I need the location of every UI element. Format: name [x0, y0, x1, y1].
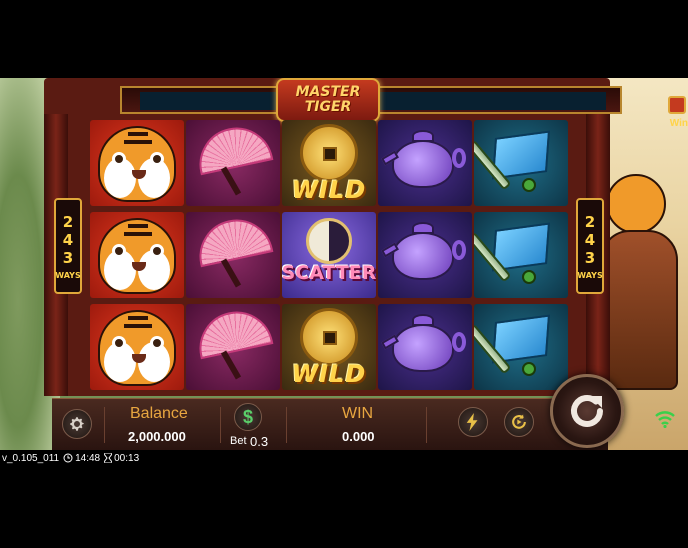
symbol-teapot	[378, 212, 472, 298]
symbol-tiger	[90, 120, 184, 206]
symbol-wild: WILD	[282, 304, 376, 390]
balance-value: 2,000.000	[128, 429, 186, 444]
symbol-tiger	[90, 304, 184, 390]
logo-line-1: MASTER	[295, 84, 361, 100]
fan-icon	[192, 120, 274, 176]
mascot-body	[600, 230, 678, 390]
settings-button[interactable]	[62, 409, 92, 439]
ways-indicator-left: 2 4 3 WAYS	[54, 198, 82, 294]
timer: 00:13	[104, 453, 139, 464]
divider	[104, 407, 105, 443]
clock: 14:48	[63, 453, 100, 464]
symbol-tiger	[90, 212, 184, 298]
win-badge-icon	[668, 96, 686, 114]
symbol-scroll	[474, 212, 568, 298]
bet-button[interactable]: $	[234, 403, 262, 431]
ways-digit: 4	[584, 230, 596, 249]
hourglass-icon	[104, 453, 113, 463]
balance-label: Balance	[130, 405, 188, 422]
symbol-scroll	[474, 120, 568, 206]
turbo-button[interactable]	[458, 407, 488, 437]
win-label: WIN	[342, 405, 374, 422]
ways-digit: 2	[584, 212, 596, 231]
reel-5	[474, 120, 568, 390]
fan-icon	[192, 212, 274, 268]
tiger-icon	[98, 126, 176, 202]
symbol-fan	[186, 120, 280, 206]
signal-indicator	[654, 410, 676, 433]
symbol-teapot	[378, 120, 472, 206]
autoplay-button[interactable]	[504, 407, 534, 437]
fan-icon	[192, 304, 274, 360]
dollar-icon: $	[242, 406, 253, 427]
fan-handle	[220, 350, 242, 380]
ways-label: WAYS	[55, 270, 81, 280]
lightning-icon	[466, 413, 478, 431]
status-footer: v_0.105_011 14:48 00:13	[0, 450, 688, 466]
tiger-icon	[98, 218, 176, 294]
ways-digit: 3	[62, 248, 74, 267]
divider	[426, 407, 427, 443]
wild-text: WILD	[291, 176, 367, 204]
mascot-head	[606, 174, 666, 234]
wild-text: WILD	[291, 360, 367, 388]
win-badge-label: Win	[669, 118, 688, 129]
win-value: 0.000	[342, 429, 375, 444]
yinyang-icon	[306, 218, 352, 264]
game-logo: MASTER TIGER	[276, 78, 380, 122]
reel-1	[90, 120, 184, 390]
fan-handle	[220, 258, 242, 288]
spin-button[interactable]	[550, 374, 624, 448]
timer-text: 00:13	[114, 452, 140, 464]
control-bar: Balance 2,000.000 $ Bet 0.3 WIN 0.000	[52, 398, 608, 450]
clock-text: 14:48	[75, 452, 101, 464]
wifi-icon	[655, 411, 675, 429]
ways-indicator-right: 2 4 3 WAYS	[576, 198, 604, 294]
spin-arrow-icon	[571, 395, 603, 427]
bet-label: Bet	[230, 435, 247, 447]
gold-coin-icon	[300, 308, 358, 366]
symbol-scroll	[474, 304, 568, 390]
scatter-text: SCATTER	[282, 262, 376, 284]
version-text: v_0.105_011	[2, 452, 60, 464]
bet-value: 0.3	[250, 434, 269, 449]
gear-icon	[70, 417, 84, 431]
symbol-teapot	[378, 304, 472, 390]
gold-coin-icon	[300, 124, 358, 182]
ways-digit: 3	[584, 248, 596, 267]
ways-digit: 2	[62, 212, 74, 231]
reel-4	[378, 120, 472, 390]
symbol-fan	[186, 304, 280, 390]
symbol-wild: WILD	[282, 120, 376, 206]
logo-line-2: TIGER	[304, 99, 352, 115]
divider	[220, 407, 221, 443]
reel-2	[186, 120, 280, 390]
divider	[286, 407, 287, 443]
reel-grid: WILD SCATTER WILD	[90, 120, 568, 390]
tiger-icon	[98, 310, 176, 386]
symbol-fan	[186, 212, 280, 298]
auto-spin-icon	[512, 414, 526, 429]
ways-label: WAYS	[577, 270, 603, 280]
reel-3: WILD SCATTER WILD	[282, 120, 376, 390]
win-badge: Win	[664, 96, 688, 136]
ways-digit: 4	[62, 230, 74, 249]
fan-handle	[220, 166, 242, 196]
clock-icon	[63, 453, 73, 463]
symbol-scatter: SCATTER	[282, 212, 376, 298]
